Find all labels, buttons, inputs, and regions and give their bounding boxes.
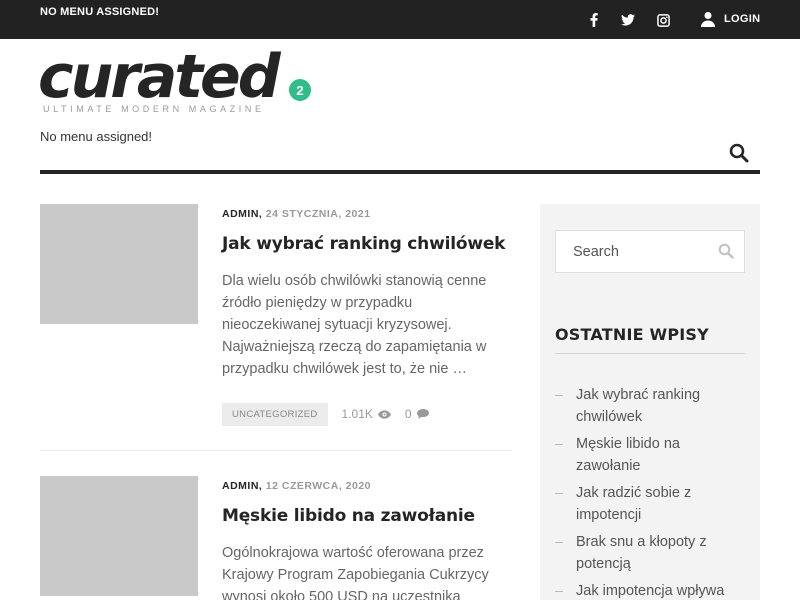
post-thumbnail[interactable]	[40, 476, 198, 596]
sidebar: OSTATNIE WPISY Jak wybrać ranking chwiló…	[540, 204, 760, 600]
post-meta: ADMIN, 24 STYCZNIA, 2021	[222, 208, 371, 220]
recent-post-item[interactable]: Jak wybrać ranking chwilówek	[555, 384, 745, 428]
dash-icon	[555, 591, 563, 592]
recent-post-link[interactable]: Jak radzić sobie z impotencji	[576, 485, 691, 523]
post-footer: UNCATEGORIZED 1.01K 0	[222, 402, 429, 426]
recent-post-link[interactable]: Jak impotencja wpływa	[576, 583, 724, 599]
dash-icon	[555, 395, 563, 396]
top-bar: NO MENU ASSIGNED! LOGIN	[0, 0, 800, 39]
views-value: 1.01K	[341, 407, 373, 421]
top-menu-notice: NO MENU ASSIGNED!	[40, 6, 160, 18]
login-button[interactable]: LOGIN	[700, 11, 760, 27]
post-date: 12 CZERWCA, 2020	[265, 480, 372, 492]
login-label: LOGIN	[724, 13, 761, 25]
sidebar-search	[555, 230, 745, 273]
recent-post-item[interactable]: Jak radzić sobie z impotencji	[555, 482, 745, 526]
post-card: ADMIN, 24 STYCZNIA, 2021 Jak wybrać rank…	[40, 204, 512, 434]
post-card: ADMIN, 12 CZERWCA, 2020 Męskie libido na…	[40, 476, 512, 600]
post-date: 24 STYCZNIA, 2021	[265, 208, 371, 220]
post-author[interactable]: ADMIN,	[222, 208, 262, 220]
recent-post-item[interactable]: Męskie libido na zawołanie	[555, 433, 745, 477]
recent-post-link[interactable]: Męskie libido na zawołanie	[576, 436, 680, 474]
main-menu-notice: No menu assigned!	[40, 129, 153, 144]
post-title[interactable]: Jak wybrać ranking chwilówek	[222, 234, 512, 254]
logo-tagline: ULTIMATE MODERN MAGAZINE	[43, 104, 265, 114]
dash-icon	[555, 542, 563, 543]
dash-icon	[555, 444, 563, 445]
recent-post-item[interactable]: Jak impotencja wpływa	[555, 580, 745, 600]
comments-count[interactable]: 0	[405, 407, 429, 421]
user-icon	[701, 12, 715, 27]
post-author[interactable]: ADMIN,	[222, 480, 262, 492]
comment-icon	[416, 409, 429, 419]
recent-post-link[interactable]: Brak snu a kłopoty z potencją	[576, 534, 707, 572]
post-meta: ADMIN, 12 CZERWCA, 2020	[222, 480, 371, 492]
post-excerpt: Dla wielu osób chwilówki stanowią cenne …	[222, 273, 487, 377]
recent-posts-title: OSTATNIE WPISY	[555, 325, 709, 344]
recent-post-item[interactable]: Brak snu a kłopoty z potencją	[555, 531, 745, 575]
site-logo[interactable]: curated 2 ULTIMATE MODERN MAGAZINE	[38, 42, 330, 118]
eye-icon	[377, 409, 391, 419]
widget-divider	[555, 353, 745, 354]
recent-posts-list: Jak wybrać ranking chwilówek Męskie libi…	[555, 384, 745, 600]
search-input[interactable]	[556, 231, 716, 272]
nav-divider	[40, 170, 760, 174]
views-count: 1.01K	[342, 407, 391, 421]
comments-value: 0	[404, 407, 412, 421]
post-excerpt: Ogólnokrajowa wartość oferowana przez Kr…	[222, 545, 489, 600]
search-toggle-icon[interactable]	[729, 143, 749, 163]
logo-badge: 2	[289, 79, 311, 101]
search-icon[interactable]	[718, 243, 734, 264]
recent-post-link[interactable]: Jak wybrać ranking chwilówek	[576, 387, 700, 425]
category-badge[interactable]: UNCATEGORIZED	[222, 402, 328, 426]
twitter-icon[interactable]	[620, 10, 636, 30]
post-title[interactable]: Męskie libido na zawołanie	[222, 506, 512, 526]
dash-icon	[555, 493, 563, 494]
post-thumbnail[interactable]	[40, 204, 198, 324]
logo-wordmark: curated	[38, 42, 281, 112]
facebook-icon[interactable]	[586, 10, 602, 30]
post-divider	[40, 450, 512, 451]
instagram-icon[interactable]	[655, 10, 671, 30]
